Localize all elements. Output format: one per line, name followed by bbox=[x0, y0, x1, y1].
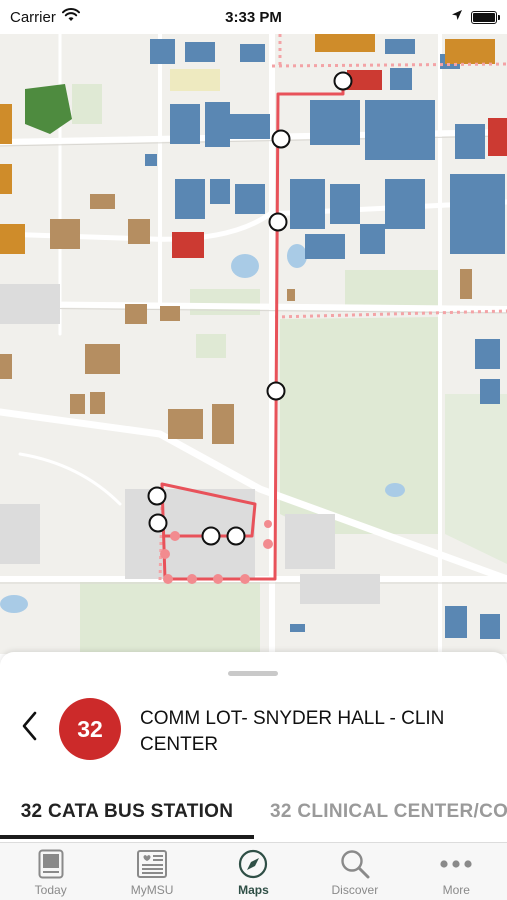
more-dots-icon bbox=[440, 848, 472, 880]
tab-label: MyMSU bbox=[130, 883, 174, 897]
tab-mymsu[interactable]: MyMSU bbox=[101, 843, 202, 900]
tab-bar: Today MyMSU Maps Discover More bbox=[0, 842, 507, 900]
location-arrow-icon bbox=[451, 8, 463, 26]
bus-stop[interactable] bbox=[266, 381, 286, 401]
chevron-left-icon bbox=[21, 711, 37, 746]
cream-building bbox=[170, 69, 220, 91]
green-field-south bbox=[80, 582, 260, 654]
route-title: COMM LOT- SNYDER HALL - CLIN CENTER bbox=[140, 708, 445, 755]
news-card-icon bbox=[136, 848, 168, 880]
tab-discover[interactable]: Discover bbox=[304, 843, 405, 900]
tab-direction-cata-bus-station[interactable]: 32 CATA BUS STATION bbox=[0, 794, 254, 839]
bus-stop[interactable] bbox=[147, 486, 167, 506]
pond-2 bbox=[287, 244, 307, 268]
compass-icon bbox=[237, 848, 269, 880]
battery-level bbox=[473, 12, 495, 22]
campus-map[interactable] bbox=[0, 34, 507, 654]
route-number-badge: 32 bbox=[59, 698, 121, 760]
route-header: 32 COMM LOT- SNYDER HALL - CLIN CENTER bbox=[0, 696, 507, 760]
green-patch-3 bbox=[72, 84, 102, 124]
tab-label: Discover bbox=[331, 883, 379, 897]
tab-label: 32 CATA BUS STATION bbox=[20, 801, 234, 822]
search-icon bbox=[339, 848, 371, 880]
tab-label: Today bbox=[34, 883, 67, 897]
direction-tabs: 32 CATA BUS STATION 32 CLINICAL CENTER/C… bbox=[0, 794, 507, 842]
green-field-east bbox=[445, 394, 507, 564]
sheet-grabber[interactable] bbox=[228, 671, 278, 676]
map-canvas[interactable] bbox=[0, 34, 507, 654]
tab-direction-clinical-center[interactable]: 32 CLINICAL CENTER/CO bbox=[270, 794, 507, 839]
tab-label: More bbox=[442, 883, 470, 897]
route-detail-sheet: 32 COMM LOT- SNYDER HALL - CLIN CENTER 3… bbox=[0, 652, 507, 842]
bus-stop[interactable] bbox=[271, 129, 291, 149]
status-bar: Carrier 3:33 PM bbox=[0, 0, 507, 34]
bus-stop[interactable] bbox=[201, 526, 221, 546]
tab-label: 32 CLINICAL CENTER/CO bbox=[270, 801, 507, 822]
pond bbox=[231, 254, 259, 278]
wooded-area bbox=[25, 84, 72, 134]
carrier-label: Carrier bbox=[10, 8, 56, 26]
bus-stop[interactable] bbox=[226, 526, 246, 546]
bus-stop[interactable] bbox=[148, 513, 168, 533]
tab-today[interactable]: Today bbox=[0, 843, 101, 900]
bus-stop[interactable] bbox=[268, 212, 288, 232]
green-field-north bbox=[345, 270, 440, 308]
tab-selected-indicator bbox=[0, 835, 254, 839]
status-left: Carrier bbox=[10, 8, 80, 26]
green-patch-2 bbox=[196, 334, 226, 358]
status-right bbox=[451, 8, 500, 26]
wifi-icon bbox=[61, 8, 80, 26]
pond-4 bbox=[0, 595, 28, 613]
bus-stop[interactable] bbox=[333, 71, 353, 91]
newspaper-icon bbox=[35, 848, 67, 880]
green-patch bbox=[190, 289, 260, 315]
battery-icon bbox=[471, 10, 500, 24]
tab-maps[interactable]: Maps bbox=[203, 843, 304, 900]
tab-more[interactable]: More bbox=[406, 843, 507, 900]
tab-label: Maps bbox=[238, 883, 269, 897]
back-button[interactable] bbox=[14, 710, 44, 746]
pond-3 bbox=[385, 483, 405, 497]
